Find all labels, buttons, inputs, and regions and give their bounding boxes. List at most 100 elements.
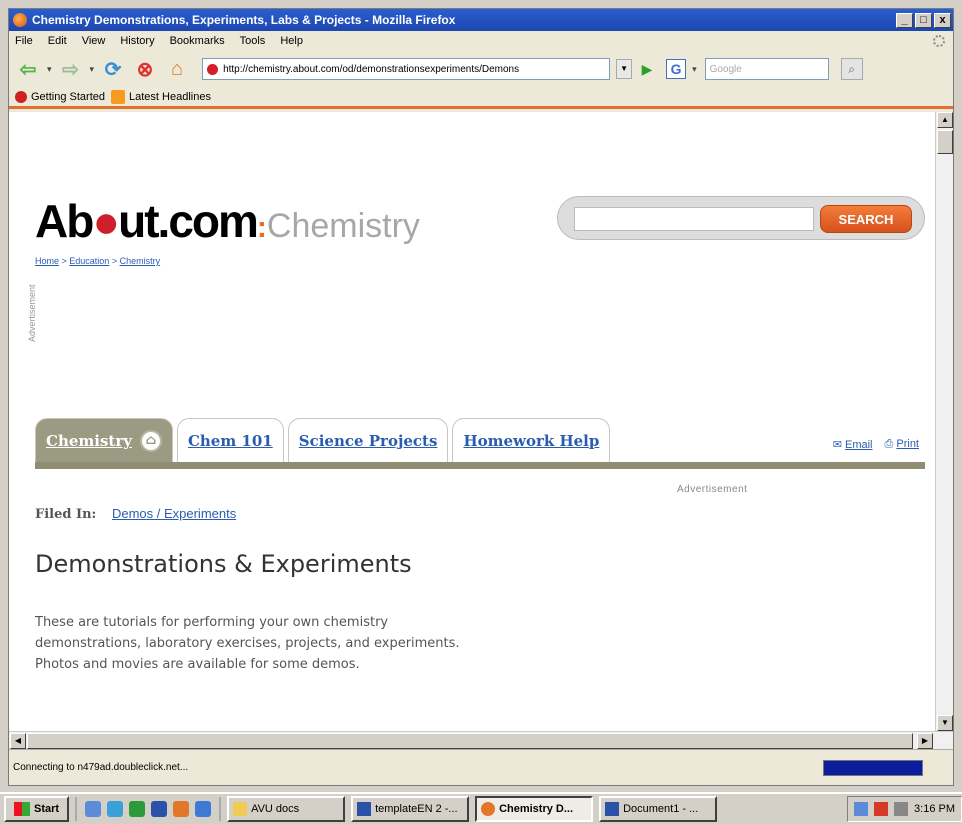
close-button[interactable]: x [934,12,951,28]
home-icon: ⌂ [139,429,162,452]
tab-homework-help[interactable]: Homework Help [452,418,611,462]
search-button[interactable]: SEARCH [820,205,912,233]
firefox-bookmark-icon [15,90,27,103]
menu-edit[interactable]: Edit [48,35,67,47]
firefox-task-icon [481,802,496,816]
bookmark-latest-headlines[interactable]: Latest Headlines [111,89,211,104]
bookmark-getting-started[interactable]: Getting Started [15,90,105,103]
menu-history[interactable]: History [120,35,154,47]
search-input[interactable]: Google [704,58,829,80]
ie-icon[interactable] [195,801,212,817]
horizontal-scrollbar[interactable]: ◀ ▶ [9,731,953,749]
menu-bookmarks[interactable]: Bookmarks [170,35,225,47]
task-template[interactable]: templateEN 2 -... [351,796,470,822]
tab-chemistry[interactable]: Chemistry ⌂ [35,418,173,462]
firefox-quick-icon[interactable] [173,801,190,817]
menu-file[interactable]: File [15,35,33,47]
horizontal-scroll-thumb[interactable] [27,733,913,749]
page-title: Demonstrations & Experiments [35,550,412,578]
bookmark-label: Getting Started [31,90,105,103]
advertisement-side-label: Advertisement [27,284,37,342]
task-label: templateEN 2 -... [375,803,458,815]
status-text: Connecting to n479ad.doubleclick.net... [13,762,189,773]
menu-tools[interactable]: Tools [240,35,266,47]
google-engine-icon[interactable]: G [666,59,687,79]
quick-launch [75,797,222,821]
word-icon[interactable] [151,801,168,817]
stop-icon[interactable]: ⊗ [132,57,158,81]
logo-colon: : [256,211,267,244]
progress-bar [823,759,923,776]
bookmarks-toolbar: Getting Started Latest Headlines [9,87,953,109]
url-bar[interactable]: http://chemistry.about.com/od/demonstrat… [202,58,611,80]
site-search: SEARCH [557,196,925,240]
scroll-up-icon[interactable]: ▲ [937,112,953,128]
task-avu-docs[interactable]: AVU docs [227,796,346,822]
vertical-scroll-thumb[interactable] [937,130,953,154]
windows-flag-icon [14,802,30,816]
print-link[interactable]: ⎙ Print [885,438,920,451]
scroll-down-icon[interactable]: ▼ [937,715,953,731]
intro-paragraph: These are tutorials for performing your … [35,615,460,672]
taskbar: Start AVU docs templateEN 2 -... Chemist… [0,792,962,824]
vertical-scrollbar[interactable]: ▲ ▼ [935,112,953,731]
start-button[interactable]: Start [4,796,70,822]
engine-dropdown-icon[interactable]: ▾ [692,64,697,75]
folder-icon [233,802,248,816]
url-history-dropdown-icon[interactable]: ▼ [616,59,633,79]
window-title: Chemistry Demonstrations, Experiments, L… [32,13,456,27]
logo-category: Chemistry [266,207,420,245]
scroll-right-icon[interactable]: ▶ [917,733,933,749]
minimize-button[interactable]: _ [896,12,913,28]
browser-window: Chemistry Demonstrations, Experiments, L… [8,8,954,786]
scroll-left-icon[interactable]: ◀ [10,733,26,749]
word-doc-icon [357,802,372,816]
maximize-button[interactable]: □ [915,12,932,28]
status-bar: Connecting to n479ad.doubleclick.net... [9,749,953,785]
ati-icon[interactable] [874,802,889,816]
breadcrumb-education[interactable]: Education [69,256,109,266]
system-tray: 3:16 PM [847,796,962,822]
advertisement-label: Advertisement [677,484,748,495]
task-label: AVU docs [251,803,300,815]
tab-divider [35,462,925,469]
filed-in: Filed In: Demos / Experiments [35,506,236,522]
task-label: Document1 - ... [623,803,699,815]
task-document1[interactable]: Document1 - ... [599,796,718,822]
breadcrumb-chemistry[interactable]: Chemistry [120,256,161,266]
task-chemistry[interactable]: Chemistry D... [475,796,594,822]
go-icon[interactable]: ▶ [638,59,656,79]
back-icon[interactable]: ⇦ [15,57,41,81]
home-icon[interactable]: ⌂ [164,57,190,81]
tab-science-projects[interactable]: Science Projects [287,418,449,462]
menu-help[interactable]: Help [280,35,303,47]
navigation-toolbar: ⇦ ▾ ⇨ ▾ ⟳ ⊗ ⌂ http://chemistry.about.com… [9,51,953,87]
email-link[interactable]: ✉ Email [833,438,873,451]
menu-view[interactable]: View [82,35,106,47]
page-content: Ab●ut.com:Chemistry Home > Education > C… [9,112,935,731]
clock: 3:16 PM [914,803,955,815]
site-search-input[interactable] [574,207,814,231]
reload-icon[interactable]: ⟳ [100,57,126,81]
tab-label: Chemistry [46,431,132,450]
menu-bar: File Edit View History Bookmarks Tools H… [9,31,953,51]
volume-icon[interactable] [894,802,909,816]
filed-in-link[interactable]: Demos / Experiments [112,506,236,521]
start-label: Start [34,803,60,815]
forward-icon[interactable]: ⇨ [58,57,84,81]
media-icon[interactable] [129,801,146,817]
show-desktop-icon[interactable] [85,801,102,817]
back-dropdown-icon[interactable]: ▾ [47,64,52,75]
bookmark-label: Latest Headlines [129,90,211,103]
tab-chem-101[interactable]: Chem 101 [176,418,284,462]
forward-dropdown-icon[interactable]: ▾ [90,64,95,75]
page-tools: ✉ Email ⎙ Print [833,438,919,451]
network-icon[interactable] [854,802,869,816]
rss-icon [111,89,125,104]
breadcrumb-home[interactable]: Home [35,256,59,266]
firefox-icon [13,13,27,27]
task-label: Chemistry D... [499,803,574,815]
messenger-icon[interactable] [107,801,124,817]
about-logo[interactable]: Ab●ut.com:Chemistry [35,194,420,248]
search-icon[interactable]: ⌕ [840,58,863,80]
